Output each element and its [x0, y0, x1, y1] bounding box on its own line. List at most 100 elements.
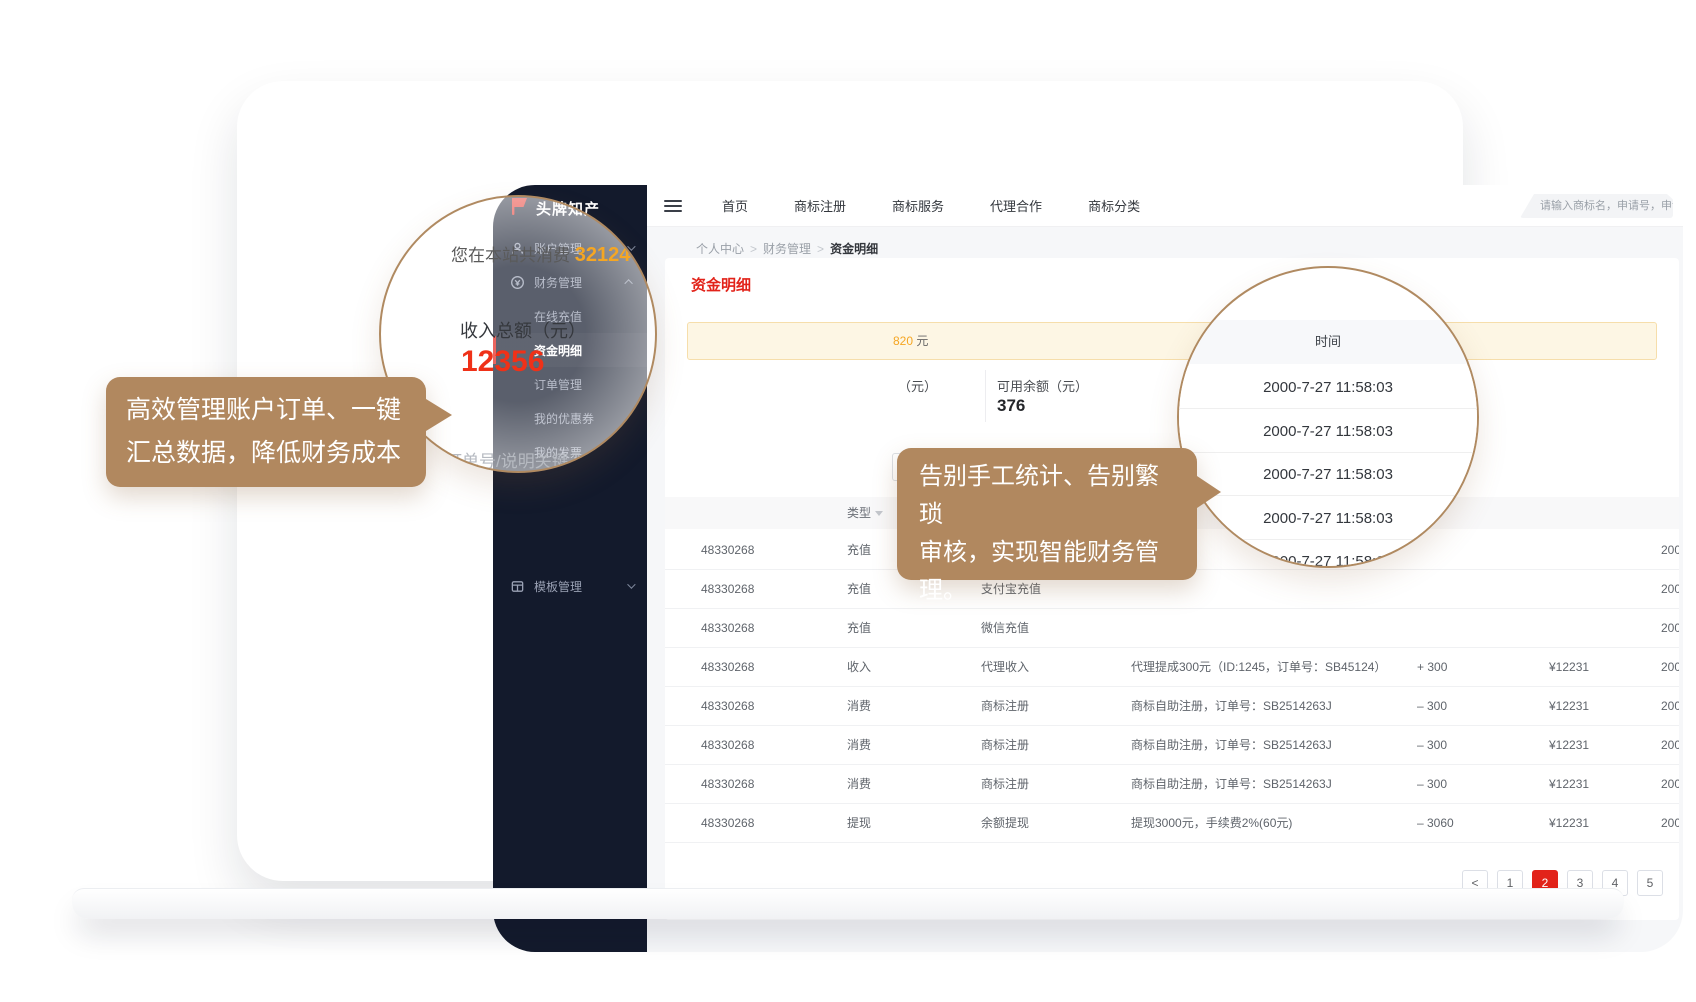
- magnified-banner-text: 您在本站共消费 32124: [451, 241, 630, 267]
- cell-type: 消费: [847, 726, 871, 765]
- cell-order: 48330268: [701, 687, 754, 726]
- cell-balance: ¥12231: [1549, 648, 1589, 687]
- sidebar-item-templates[interactable]: 模板管理: [493, 569, 647, 603]
- magnified-time-value: 2000-7-27 11:58:03: [1179, 453, 1477, 496]
- magnifier-circle-right: 时间 2000-7-27 11:58:03 2000-7-27 11:58:03…: [1177, 266, 1479, 568]
- cell-type: 消费: [847, 687, 871, 726]
- callout-left-line1: 高效管理账户订单、一键: [126, 389, 406, 432]
- balance-label: 可用余额（元）: [997, 376, 1088, 395]
- callout-right-line3: 理。: [919, 572, 1175, 610]
- nav-item-trademark-register[interactable]: 商标注册: [794, 196, 846, 215]
- table-row: 48330268 收入 代理收入 代理提成300元（ID:1245，订单号：SB451…: [665, 648, 1679, 687]
- magnified-time-header: 时间: [1179, 320, 1477, 364]
- table-row: 48330268 消费 商标注册 商标自助注册，订单号：SB2514263J – 300…: [665, 765, 1679, 804]
- magnified-keyword-placeholder: 订单号/说明关键: [445, 447, 569, 472]
- magnified-time-value: 2000-7-27 11:58:03: [1179, 497, 1477, 540]
- cell-type: 消费: [847, 765, 871, 804]
- trademark-search-input[interactable]: [1520, 194, 1673, 218]
- nav-menu: 首页 商标注册 商标服务 代理合作 商标分类: [722, 196, 1140, 215]
- cell-time: 2000-7-27 11:58:03: [1661, 531, 1679, 570]
- breadcrumb-part[interactable]: 个人中心: [696, 242, 744, 256]
- cell-desc: 代理提成300元（ID:1245，订单号：SB45124）: [1131, 648, 1386, 687]
- cell-amount: + 300: [1417, 648, 1447, 687]
- cell-desc: 提现3000元，手续费2%(60元): [1131, 804, 1292, 843]
- cell-item: 商标注册: [981, 687, 1029, 726]
- cell-balance: ¥12231: [1549, 765, 1589, 804]
- nav-item-agency[interactable]: 代理合作: [990, 196, 1042, 215]
- cell-amount: – 3060: [1417, 804, 1454, 843]
- cell-item: 商标注册: [981, 726, 1029, 765]
- cell-item: 商标注册: [981, 765, 1029, 804]
- cell-item: 余额提现: [981, 804, 1029, 843]
- sidebar-item-label: 模板管理: [534, 578, 618, 595]
- cell-order: 48330268: [701, 570, 754, 609]
- callout-left-line2: 汇总数据，降低财务成本: [126, 432, 406, 475]
- template-icon: [510, 579, 525, 594]
- magnified-income-label: 收入总额（元）: [460, 317, 586, 343]
- cell-desc: 商标自助注册，订单号：SB2514263J: [1131, 765, 1332, 804]
- cell-type: 提现: [847, 804, 871, 843]
- cell-type: 收入: [847, 648, 871, 687]
- cell-amount: – 300: [1417, 726, 1447, 765]
- cell-time: 2000-7-27 11:58:03: [1661, 648, 1679, 687]
- breadcrumb-part[interactable]: 财务管理: [763, 242, 811, 256]
- sort-caret-icon: [875, 511, 883, 516]
- cell-item: 微信充值: [981, 609, 1029, 648]
- chevron-down-icon: [627, 580, 635, 588]
- consumption-banner: 820 元: [687, 322, 1657, 360]
- cell-amount: – 300: [1417, 687, 1447, 726]
- magnified-time-value: 2000-7-27 11:58:03: [1179, 366, 1477, 409]
- breadcrumb: 个人中心>财务管理>资金明细: [696, 240, 878, 257]
- column-header-type[interactable]: 类型: [847, 497, 883, 529]
- cell-time: 2000-7-27 11:58:03: [1661, 726, 1679, 765]
- laptop-base: [72, 888, 1624, 919]
- cell-amount: – 300: [1417, 765, 1447, 804]
- hamburger-menu-icon[interactable]: [664, 197, 682, 215]
- marketing-mockup-stage: 头牌知产 账户管理 财务管理 在线充值: [0, 0, 1696, 1002]
- nav-item-home[interactable]: 首页: [722, 196, 748, 215]
- top-navbar: 首页 商标注册 商标服务 代理合作 商标分类: [647, 185, 1683, 227]
- table-row: 48330268 提现 余额提现 提现3000元，手续费2%(60元) – 3060 ¥1…: [665, 804, 1679, 843]
- cell-order: 48330268: [701, 765, 754, 804]
- callout-right: 告别手工统计、告别繁琐 审核，实现智能财务管 理。: [897, 448, 1197, 580]
- cell-time: 2000-7-27 11:58:03: [1661, 765, 1679, 804]
- cell-desc: 商标自助注册，订单号：SB2514263J: [1131, 726, 1332, 765]
- pagination-page-5[interactable]: 5: [1637, 870, 1663, 896]
- cell-item: 代理收入: [981, 648, 1029, 687]
- cell-balance: ¥12231: [1549, 687, 1589, 726]
- tab-fund-details[interactable]: 资金明细: [691, 274, 751, 295]
- stat-middle-label: （元）: [898, 376, 937, 395]
- table-row: 48330268 充值 微信充值 2000-7-27 11:58:03: [665, 609, 1679, 648]
- magnified-time-value: 2000-7-27 11:58:03: [1179, 410, 1477, 453]
- cell-order: 48330268: [701, 648, 754, 687]
- table-row: 48330268 消费 商标注册 商标自助注册，订单号：SB2514263J – 300…: [665, 687, 1679, 726]
- cell-order: 48330268: [701, 804, 754, 843]
- cell-desc: 商标自助注册，订单号：SB2514263J: [1131, 687, 1332, 726]
- magnified-time-value: 2000-7-27 11:58:03: [1179, 540, 1477, 568]
- callout-right-line2: 审核，实现智能财务管: [919, 534, 1175, 572]
- banner-amount-tail: 820: [893, 334, 913, 348]
- cell-type: 充值: [847, 531, 871, 570]
- callout-right-line1: 告别手工统计、告别繁琐: [919, 458, 1175, 534]
- cell-balance: ¥12231: [1549, 726, 1589, 765]
- stats-divider: [985, 370, 986, 422]
- magnified-banner-amount: 32124: [575, 244, 631, 266]
- banner-unit: 元: [916, 334, 928, 348]
- cell-time: 2000-7-27 11:58:03: [1661, 609, 1679, 648]
- cell-order: 48330268: [701, 531, 754, 570]
- cell-order: 48330268: [701, 609, 754, 648]
- table-row: 48330268 消费 商标注册 商标自助注册，订单号：SB2514263J – 300…: [665, 726, 1679, 765]
- cell-time: 2000-7-27 11:58:03: [1661, 687, 1679, 726]
- breadcrumb-current: 资金明细: [830, 242, 878, 256]
- magnified-income-value: 12356: [461, 345, 544, 379]
- nav-item-trademark-services[interactable]: 商标服务: [892, 196, 944, 215]
- balance-value: 376: [997, 396, 1025, 416]
- callout-left: 高效管理账户订单、一键 汇总数据，降低财务成本: [106, 377, 426, 487]
- cell-time: 2000-7-27 11:58:03: [1661, 804, 1679, 843]
- cell-type: 充值: [847, 570, 871, 609]
- cell-time: 2000-7-27 11:58:03: [1661, 570, 1679, 609]
- nav-item-trademark-classes[interactable]: 商标分类: [1088, 196, 1140, 215]
- cell-balance: ¥12231: [1549, 804, 1589, 843]
- cell-type: 充值: [847, 609, 871, 648]
- cell-order: 48330268: [701, 726, 754, 765]
